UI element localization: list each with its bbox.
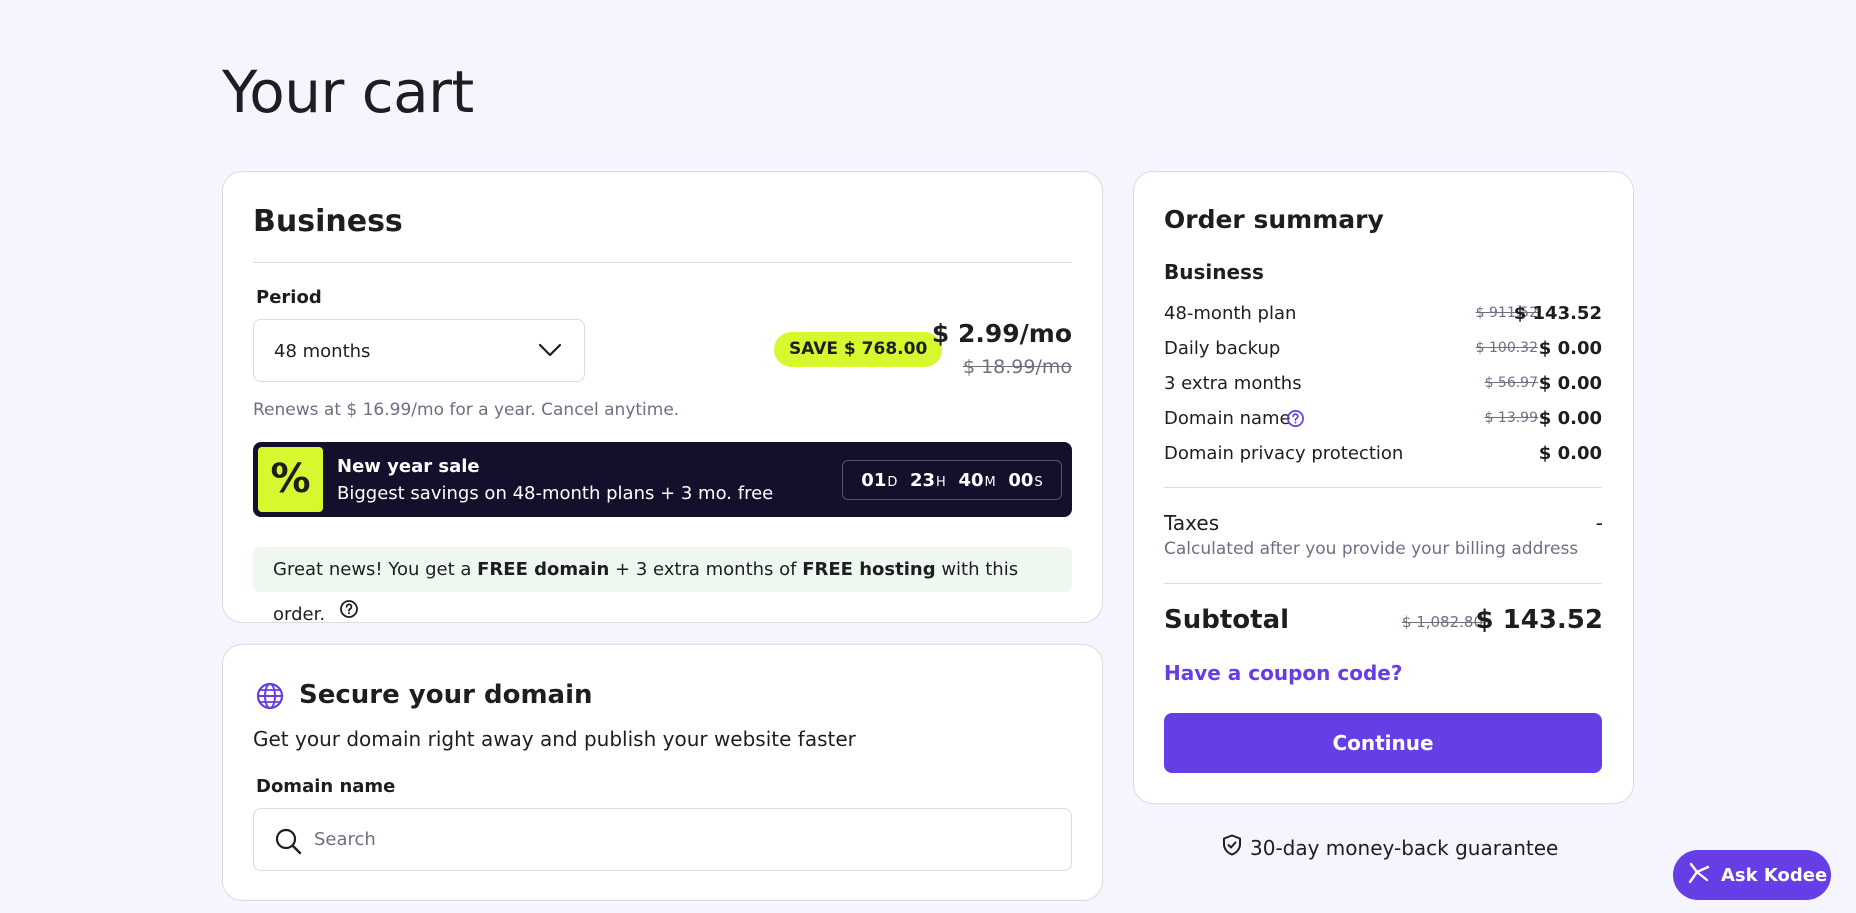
- renews-text: Renews at $ 16.99/mo for a year. Cancel …: [253, 400, 680, 420]
- countdown-timer: 01D 23H 40M 00S: [842, 460, 1062, 500]
- countdown-minutes: 40M: [958, 469, 996, 491]
- chevron-down-icon: [538, 342, 562, 362]
- taxes-label: Taxes: [1164, 511, 1220, 535]
- subtotal-value: $ 143.52: [1475, 605, 1603, 635]
- domain-card: Secure your domain Get your domain right…: [222, 644, 1103, 901]
- sale-description: Biggest savings on 48-month plans + 3 mo…: [337, 483, 774, 504]
- page-title: Your cart: [222, 58, 474, 126]
- globe-icon: [256, 682, 284, 714]
- line-item-domain: Domain name $ 13.99 $ 0.00: [1164, 408, 1602, 432]
- line-item-plan: 48-month plan $ 911.52 $ 143.52: [1164, 303, 1602, 324]
- ask-kodee-button[interactable]: Ask Kodee: [1673, 850, 1831, 900]
- countdown-seconds: 00S: [1008, 469, 1043, 491]
- sparkle-icon: [1687, 861, 1711, 890]
- line-item-extra-months: 3 extra months $ 56.97 $ 0.00: [1164, 373, 1602, 394]
- summary-divider: [1164, 487, 1602, 488]
- summary-plan-name: Business: [1164, 260, 1264, 284]
- subtotal-label: Subtotal: [1164, 605, 1290, 635]
- domain-field-label: Domain name: [256, 776, 396, 797]
- domain-search-box: [253, 808, 1072, 871]
- plan-divider: [253, 262, 1072, 263]
- subtotal-old: $ 1,082.80: [1401, 613, 1483, 631]
- question-circle-icon[interactable]: [1286, 409, 1305, 433]
- ask-kodee-label: Ask Kodee: [1721, 864, 1828, 886]
- price-old: $ 18.99/mo: [962, 356, 1072, 378]
- coupon-code-link[interactable]: Have a coupon code?: [1164, 661, 1402, 685]
- line-item-privacy: Domain privacy protection $ 0.00: [1164, 443, 1602, 464]
- taxes-value: -: [1595, 511, 1603, 535]
- period-value: 48 months: [274, 341, 371, 362]
- domain-subtitle: Get your domain right away and publish y…: [253, 727, 856, 751]
- domain-search-input[interactable]: [314, 809, 1054, 870]
- sale-title: New year sale: [337, 456, 480, 477]
- question-circle-icon[interactable]: [339, 591, 359, 636]
- taxes-note: Calculated after you provide your billin…: [1164, 539, 1579, 559]
- plan-card: Business Period 48 months SAVE $ 768.00 …: [222, 171, 1103, 625]
- summary-divider: [1164, 583, 1602, 584]
- plan-title: Business: [253, 204, 403, 239]
- save-badge: SAVE $ 768.00: [774, 332, 943, 367]
- money-back-guarantee: 30-day money-back guarantee: [1222, 834, 1558, 861]
- countdown-hours: 23H: [909, 469, 946, 491]
- continue-button[interactable]: Continue: [1164, 713, 1602, 773]
- summary-title: Order summary: [1164, 205, 1384, 234]
- period-label: Period: [256, 287, 322, 308]
- price-per-month: $ 2.99/mo: [931, 319, 1072, 348]
- free-offer-notice: Great news! You get a FREE domain + 3 ex…: [253, 547, 1072, 625]
- line-item-backup: Daily backup $ 100.32 $ 0.00: [1164, 338, 1602, 359]
- domain-title: Secure your domain: [299, 680, 593, 710]
- sale-banner: % New year sale Biggest savings on 48-mo…: [253, 442, 1072, 517]
- shield-check-icon: [1222, 834, 1242, 861]
- order-summary-card: Order summary Business 48-month plan $ 9…: [1133, 171, 1634, 804]
- period-select[interactable]: 48 months: [253, 319, 585, 382]
- countdown-days: 01D: [861, 469, 898, 491]
- percent-icon: %: [258, 447, 323, 512]
- search-icon: [274, 827, 302, 859]
